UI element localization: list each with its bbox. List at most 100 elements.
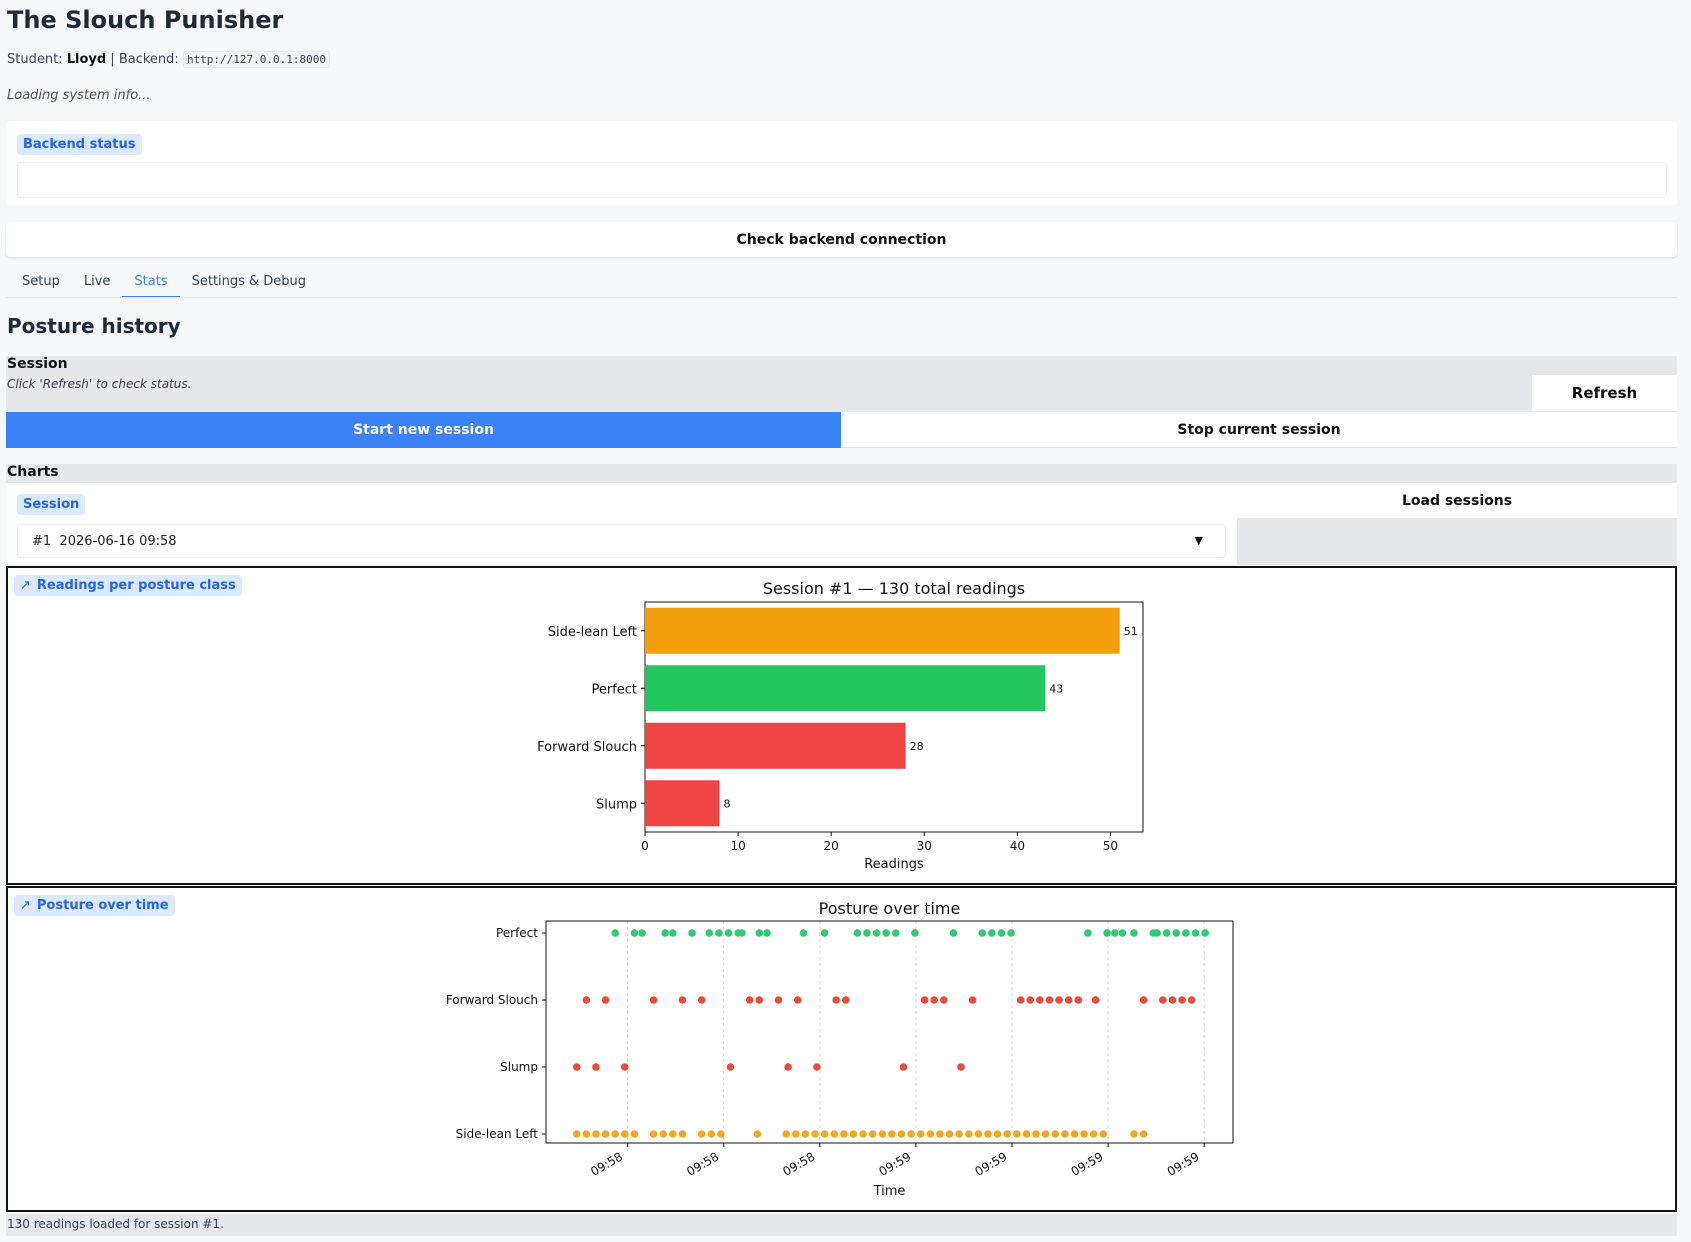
student-name: Lloyd xyxy=(66,52,107,67)
scatter-point xyxy=(1013,1130,1021,1138)
y-tick-label: Side-lean Left xyxy=(548,625,637,640)
scatter-point xyxy=(984,1130,992,1138)
scatter-point xyxy=(1182,929,1190,937)
scatter-point xyxy=(1168,996,1177,1004)
scatter-point xyxy=(630,1130,639,1138)
y-tick-label: Perfect xyxy=(496,926,538,940)
refresh-button[interactable]: Refresh xyxy=(1532,375,1677,411)
chart-title: Posture over time xyxy=(819,899,961,918)
bar xyxy=(645,722,906,769)
x-tick-label: 10 xyxy=(730,839,745,853)
scatter-point xyxy=(582,996,591,1004)
scatter-point xyxy=(1061,1130,1069,1138)
scatter-point xyxy=(601,1130,610,1138)
scatter-point xyxy=(1139,996,1148,1004)
scatter-point xyxy=(638,929,646,937)
backend-label: Backend: xyxy=(118,52,179,67)
y-tick-label: Slump xyxy=(596,797,637,812)
scatter-point xyxy=(1089,1130,1098,1138)
scatter-chart: Posture over time Perfect Forward Slouch Sl… xyxy=(446,899,1234,1199)
start-session-button[interactable]: Start new session xyxy=(6,412,841,448)
scatter-point xyxy=(945,1130,954,1138)
scatter-point xyxy=(1070,1130,1079,1138)
scatter-point xyxy=(705,929,714,937)
y-tick-label: Perfect xyxy=(591,682,637,697)
scatter-point xyxy=(1130,1130,1138,1138)
student-label: Student: xyxy=(7,52,63,67)
scatter-point xyxy=(920,996,929,1004)
scatter-point xyxy=(1051,1130,1060,1138)
session-label: Session xyxy=(7,356,68,372)
scatter-point xyxy=(649,1130,658,1138)
scatter-point xyxy=(988,929,996,937)
session-dropdown[interactable]: #1 2026-06-16 09:58 ▼ xyxy=(17,524,1226,558)
tab-stats[interactable]: Stats xyxy=(122,270,180,298)
scatter-point xyxy=(993,1130,1002,1138)
scatter-point xyxy=(1172,929,1181,937)
scatter-point xyxy=(1036,996,1044,1004)
bar xyxy=(645,780,720,827)
scatter-point xyxy=(1016,996,1025,1004)
scatter-point xyxy=(678,996,687,1004)
scatter-point xyxy=(1091,996,1100,1004)
tab-settings-debug[interactable]: Settings & Debug xyxy=(180,270,318,298)
bar-value-label: 8 xyxy=(723,797,730,810)
scatter-point xyxy=(724,929,733,937)
backend-status-badge: Backend status xyxy=(17,134,142,155)
scatter-point xyxy=(888,1130,896,1138)
scatter-point xyxy=(659,1130,668,1138)
scatter-point xyxy=(1074,996,1083,1004)
scatter-point xyxy=(916,1130,925,1138)
scatter-point xyxy=(799,929,808,937)
scatter-point xyxy=(1099,1130,1108,1138)
x-tick-label: 0 xyxy=(641,839,649,853)
load-sessions-button[interactable]: Load sessions xyxy=(1237,483,1677,518)
scatter-point xyxy=(955,1130,963,1138)
scatter-point xyxy=(849,1130,858,1138)
scatter-point xyxy=(572,1130,581,1138)
scatter-point xyxy=(1084,929,1092,937)
x-tick-label: 20 xyxy=(824,839,839,853)
x-tick-label: 09:58 xyxy=(684,1149,721,1178)
app-title: The Slouch Punisher xyxy=(7,6,284,34)
x-tick-label: 40 xyxy=(1010,839,1025,853)
scatter-point xyxy=(968,996,977,1004)
scatter-point xyxy=(1055,996,1063,1004)
scatter-point xyxy=(763,929,771,937)
scatter-point xyxy=(592,1063,600,1071)
scatter-point xyxy=(1201,929,1209,937)
scatter-point xyxy=(841,996,850,1004)
check-backend-button[interactable]: Check backend connection xyxy=(6,222,1677,257)
scatter-point xyxy=(601,996,610,1004)
y-tick-label: Forward Slouch xyxy=(537,740,637,755)
scatter-point xyxy=(1032,1130,1040,1138)
bar-value-label: 43 xyxy=(1049,682,1063,695)
x-tick-label: 09:59 xyxy=(1165,1149,1202,1178)
x-axis-label: Time xyxy=(873,1184,906,1199)
loading-system-info: Loading system info... xyxy=(7,88,151,103)
tab-setup[interactable]: Setup xyxy=(10,270,72,298)
scatter-point xyxy=(753,1130,762,1138)
scatter-point xyxy=(669,1130,677,1138)
scatter-point xyxy=(974,1130,983,1138)
scatter-point xyxy=(784,1063,792,1071)
stop-session-button[interactable]: Stop current session xyxy=(841,412,1677,448)
bar-value-label: 51 xyxy=(1124,625,1138,638)
scatter-point xyxy=(911,929,919,937)
bar xyxy=(645,665,1046,712)
scatter-point xyxy=(936,1130,944,1138)
scatter-point xyxy=(592,1130,600,1138)
scatter-point xyxy=(1080,1130,1088,1138)
x-tick-label: 09:59 xyxy=(973,1149,1010,1178)
scatter-point xyxy=(801,1130,810,1138)
y-tick-label: Slump xyxy=(500,1060,538,1074)
chart-title: Session #1 — 130 total readings xyxy=(763,579,1025,598)
readings-panel-badge-label: Readings per posture class xyxy=(36,578,236,593)
scatter-point xyxy=(697,996,706,1004)
scatter-point xyxy=(1191,929,1200,937)
scatter-point xyxy=(1064,996,1073,1004)
scatter-point xyxy=(997,929,1006,937)
tab-live[interactable]: Live xyxy=(72,270,123,298)
x-tick-label: 09:58 xyxy=(588,1149,625,1178)
scatter-point xyxy=(1130,929,1138,937)
